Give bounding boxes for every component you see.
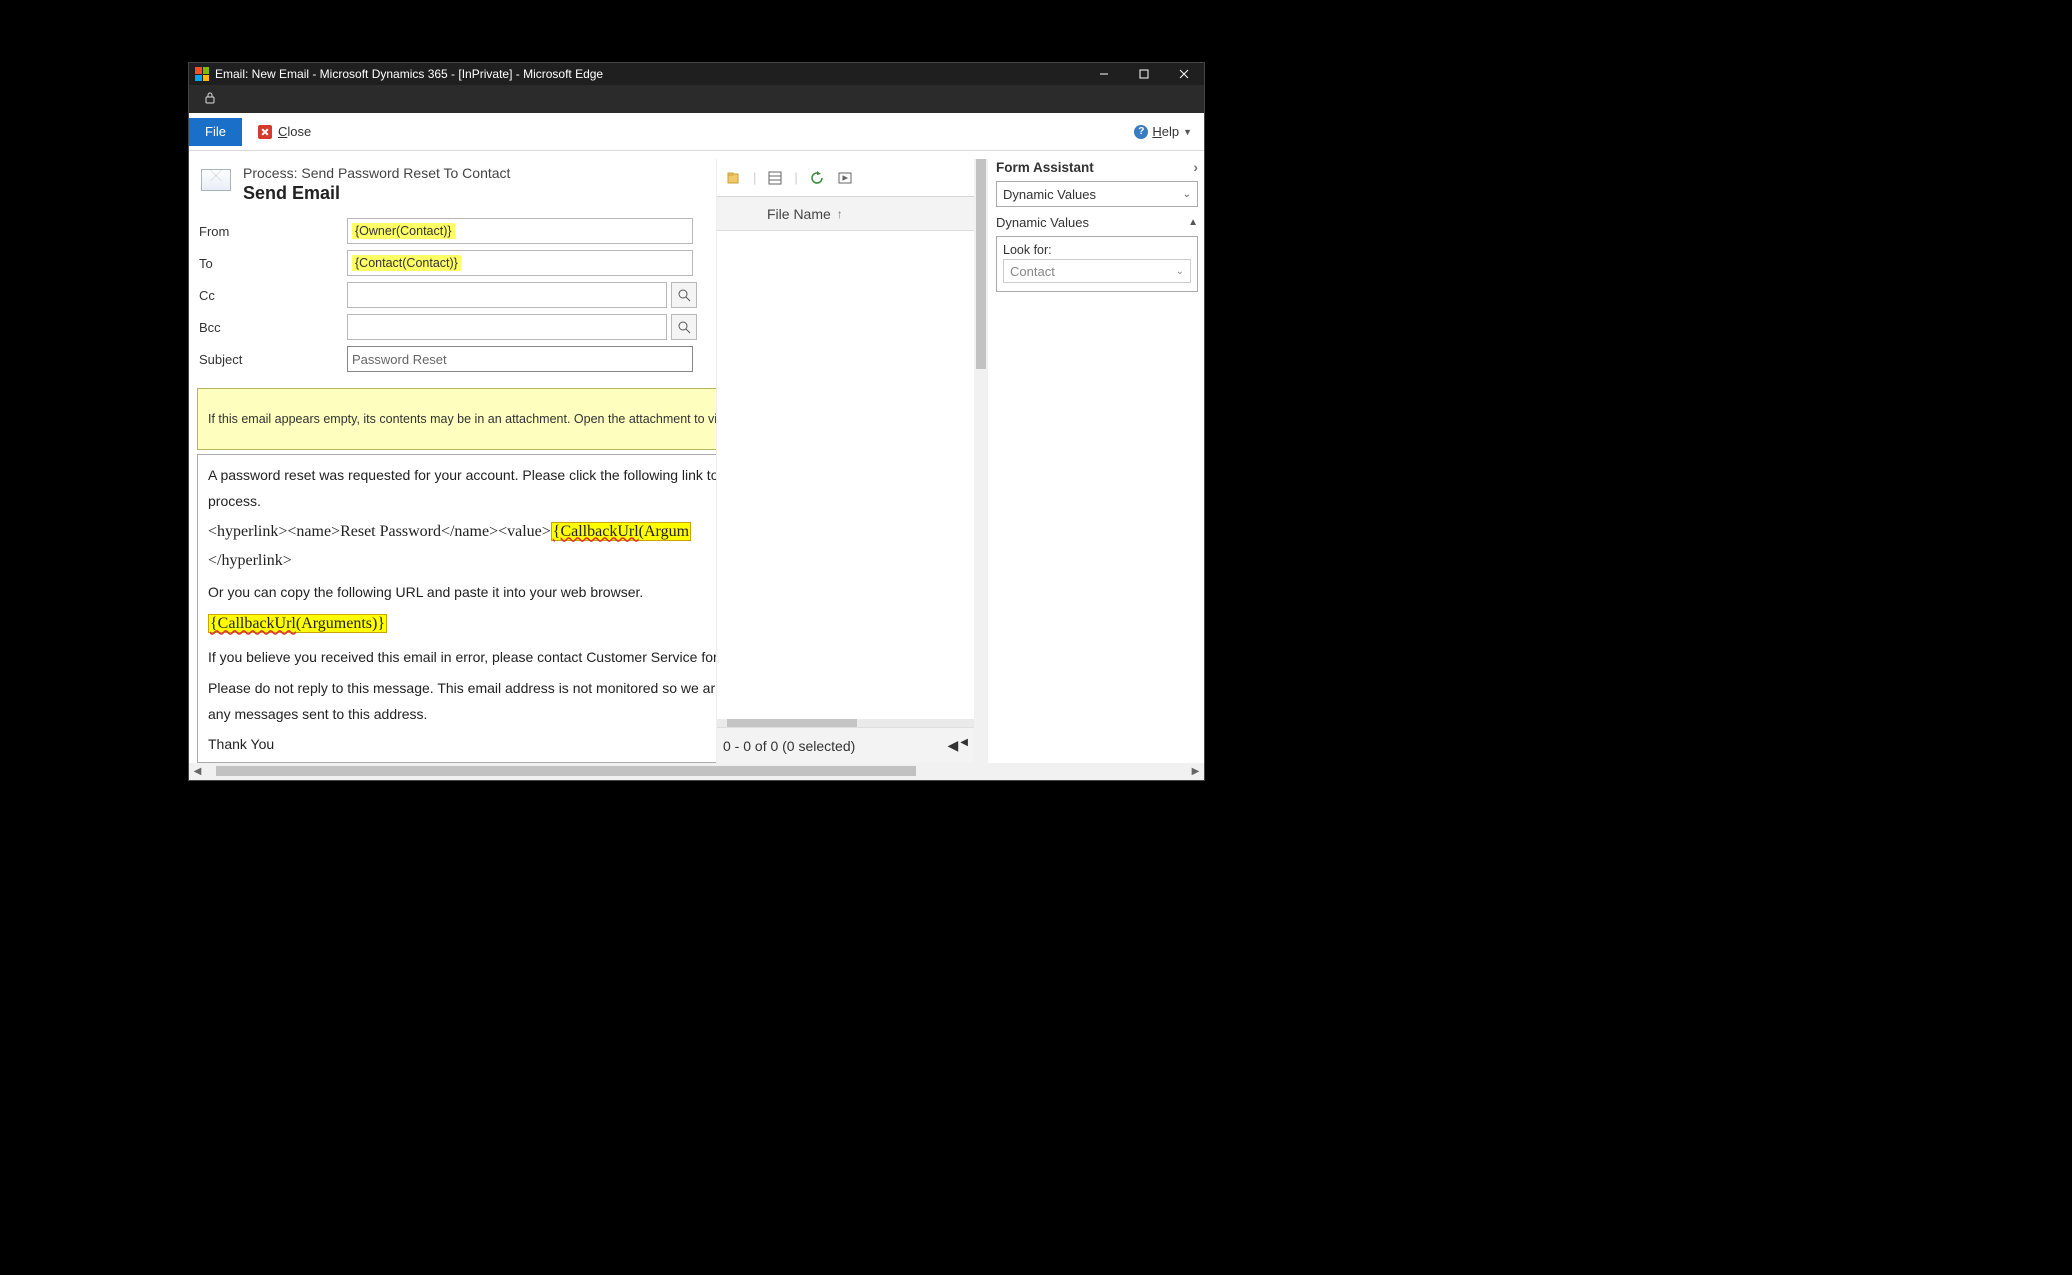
titlebar: Email: New Email - Microsoft Dynamics 36… — [189, 63, 1204, 85]
content-horizontal-scrollbar[interactable]: ◀ ▶ — [189, 763, 1204, 780]
cc-label: Cc — [197, 288, 347, 303]
from-label: From — [197, 224, 347, 239]
process-label: Process: Send Password Reset To Contact — [243, 165, 510, 181]
attachments-status-bar: 0 - 0 of 0 (0 selected) ◀ ◀ — [717, 727, 974, 763]
close-icon — [258, 125, 272, 139]
email-body-editor[interactable]: A password reset was requested for your … — [197, 454, 716, 763]
cc-field[interactable] — [347, 282, 667, 308]
assistant-type-select[interactable]: Dynamic Values ⌄ — [996, 181, 1198, 207]
attachment-grid-icon[interactable] — [766, 169, 784, 187]
scroll-right-icon[interactable]: ▶ — [1187, 766, 1204, 777]
to-token: {Contact(Contact)} — [352, 255, 461, 271]
attachments-horizontal-scrollbar[interactable] — [717, 719, 974, 727]
attachments-count: 0 - 0 of 0 (0 selected) — [723, 738, 855, 754]
window-minimize-button[interactable] — [1084, 63, 1124, 85]
sort-ascending-icon: ↑ — [837, 207, 843, 221]
look-for-label: Look for: — [1003, 243, 1191, 257]
subject-input[interactable] — [352, 352, 688, 367]
scroll-left-icon[interactable]: ◀ — [189, 766, 206, 777]
application-window: Email: New Email - Microsoft Dynamics 36… — [188, 62, 1205, 781]
file-menu-button[interactable]: File — [189, 118, 242, 146]
attachments-panel: | | File Name ↑ — [716, 159, 974, 763]
browser-security-bar — [189, 85, 1204, 113]
form-assistant-title: Form Assistant — [996, 160, 1094, 175]
ribbon-bar: File Close ? Help ▼ — [189, 113, 1204, 151]
dynamic-values-section-header[interactable]: Dynamic Values ▲ — [996, 215, 1198, 230]
page-first-icon[interactable]: ◀ — [948, 737, 959, 754]
to-label: To — [197, 256, 347, 271]
empty-email-warning: If this email appears empty, its content… — [197, 388, 716, 450]
email-icon — [201, 169, 231, 191]
attachment-refresh-icon[interactable] — [808, 169, 826, 187]
window-title: Email: New Email - Microsoft Dynamics 36… — [215, 67, 1084, 81]
look-for-select[interactable]: Contact ⌄ — [1003, 259, 1191, 283]
help-icon: ? — [1134, 125, 1148, 139]
help-button[interactable]: ? Help ▼ — [1134, 124, 1192, 139]
content-vertical-scrollbar[interactable] — [974, 159, 988, 763]
to-field[interactable]: {Contact(Contact)} — [347, 250, 693, 276]
chevron-down-icon: ▼ — [1183, 127, 1192, 137]
page-title: Send Email — [243, 183, 510, 204]
chevron-down-icon: ⌄ — [1183, 189, 1191, 200]
attachments-header[interactable]: File Name ↑ — [717, 197, 974, 231]
from-field[interactable]: {Owner(Contact)} — [347, 218, 693, 244]
bcc-field[interactable] — [347, 314, 667, 340]
subject-field[interactable] — [347, 346, 693, 372]
cc-lookup-button[interactable] — [671, 282, 697, 308]
close-button[interactable]: Close — [258, 124, 311, 139]
form-assistant-panel: Form Assistant › Dynamic Values ⌄ Dynami… — [988, 151, 1204, 763]
subject-label: Subject — [197, 352, 347, 367]
lock-icon — [203, 91, 217, 108]
bcc-label: Bcc — [197, 320, 347, 335]
filename-column-header: File Name — [767, 206, 831, 222]
chevron-down-icon: ⌄ — [1176, 266, 1184, 277]
triangle-up-icon: ▲ — [1188, 217, 1198, 228]
page-prev-icon[interactable]: ◀ — [960, 737, 968, 754]
window-maximize-button[interactable] — [1124, 63, 1164, 85]
from-token: {Owner(Contact)} — [352, 223, 455, 239]
collapse-chevron-icon[interactable]: › — [1193, 159, 1198, 175]
attachment-play-icon[interactable] — [836, 169, 854, 187]
email-form: Process: Send Password Reset To Contact … — [189, 151, 716, 763]
window-close-button[interactable] — [1164, 63, 1204, 85]
attachments-toolbar: | | — [717, 159, 974, 197]
attachments-list — [717, 231, 974, 719]
new-attachment-icon[interactable] — [725, 169, 743, 187]
bcc-lookup-button[interactable] — [671, 314, 697, 340]
dynamics-logo-icon — [195, 67, 209, 81]
